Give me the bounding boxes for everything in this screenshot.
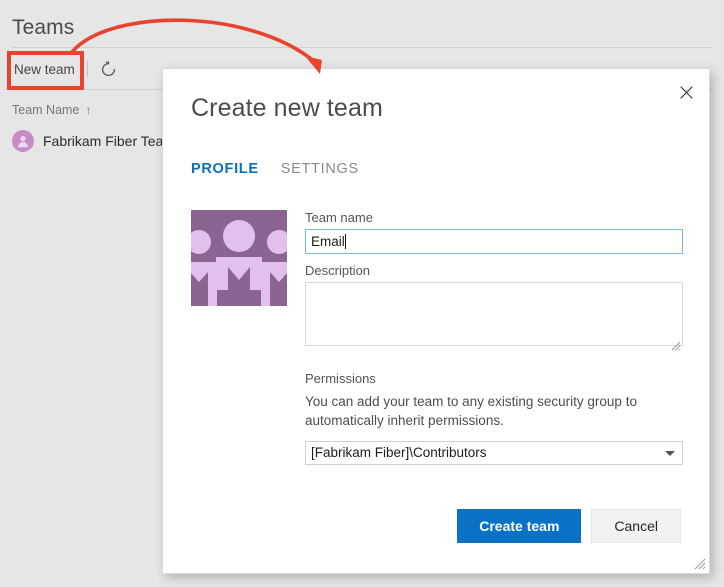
permissions-select[interactable]: [Fabrikam Fiber]\Contributors <box>305 441 683 465</box>
text-caret <box>345 234 346 249</box>
chevron-down-icon <box>665 451 675 456</box>
team-group-icon[interactable] <box>191 210 287 306</box>
create-team-button[interactable]: Create team <box>457 509 581 543</box>
teams-toolbar: New team <box>12 52 121 86</box>
team-avatar-icon <box>12 130 34 152</box>
permissions-label: Permissions <box>305 371 683 386</box>
permissions-help-text: You can add your team to any existing se… <box>305 393 683 430</box>
refresh-icon[interactable] <box>97 57 121 81</box>
permissions-selected-value: [Fabrikam Fiber]\Contributors <box>311 445 487 460</box>
description-field-wrapper <box>305 282 683 351</box>
dialog-tabs: PROFILE SETTINGS <box>191 161 359 179</box>
dialog-footer: Create team Cancel <box>163 509 709 543</box>
team-name-input[interactable] <box>305 229 683 254</box>
description-textarea[interactable] <box>305 282 683 346</box>
team-name-column-header[interactable]: Team Name ↑ <box>12 103 91 117</box>
tab-settings[interactable]: SETTINGS <box>281 161 359 179</box>
team-name-label: Team name <box>305 210 683 225</box>
list-item[interactable]: Fabrikam Fiber Team <box>12 130 175 152</box>
create-new-team-dialog: Create new team PROFILE SETTINGS Team na… <box>162 68 710 574</box>
dialog-resize-grip[interactable] <box>693 557 706 570</box>
page-title: Teams <box>12 16 74 40</box>
new-team-button[interactable]: New team <box>12 58 85 81</box>
close-icon[interactable] <box>671 77 701 107</box>
title-divider <box>12 47 712 48</box>
toolbar-separator <box>87 61 88 77</box>
dialog-form: Team name Description Permissions You ca… <box>191 210 683 465</box>
tab-profile[interactable]: PROFILE <box>191 161 259 179</box>
dialog-title: Create new team <box>191 94 383 123</box>
team-name-field-wrapper <box>305 229 683 254</box>
description-label: Description <box>305 263 683 278</box>
sort-ascending-arrow-icon: ↑ <box>85 104 91 116</box>
form-fields-column: Team name Description Permissions You ca… <box>305 210 683 465</box>
list-item-label: Fabrikam Fiber Team <box>43 133 175 149</box>
team-name-column-label: Team Name <box>12 103 79 117</box>
cancel-button[interactable]: Cancel <box>591 509 681 543</box>
